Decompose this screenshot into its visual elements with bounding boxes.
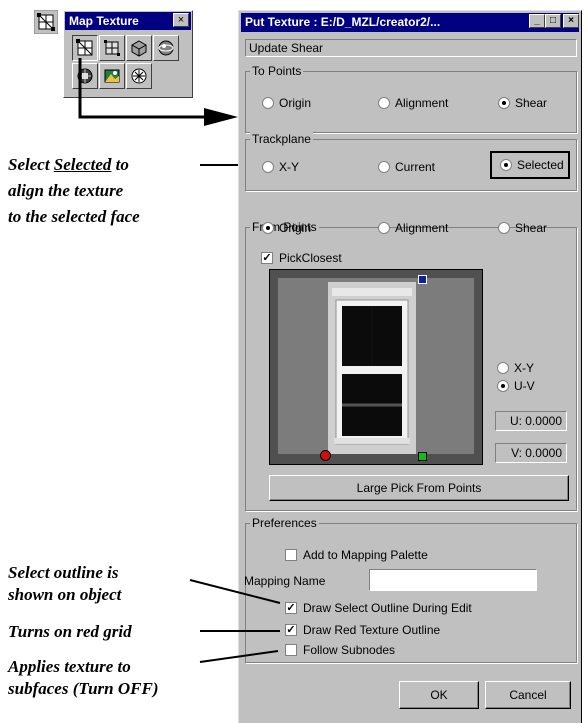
annotation-outline-line2: shown on object: [8, 585, 122, 604]
annotation-subfaces-line1: Applies texture to: [8, 657, 131, 676]
annotation-selected-line3: to the selected face: [8, 207, 140, 226]
annotation-grid: Turns on red grid: [8, 622, 132, 641]
annotation-subfaces-line2: subfaces (Turn OFF): [8, 679, 159, 698]
annotation-selected: Select Selected to: [8, 155, 129, 174]
callout-lines: [78, 58, 281, 663]
annotation-outline-line1: Select outline is: [8, 563, 119, 582]
annotation-selected-line2: align the texture: [8, 181, 124, 200]
